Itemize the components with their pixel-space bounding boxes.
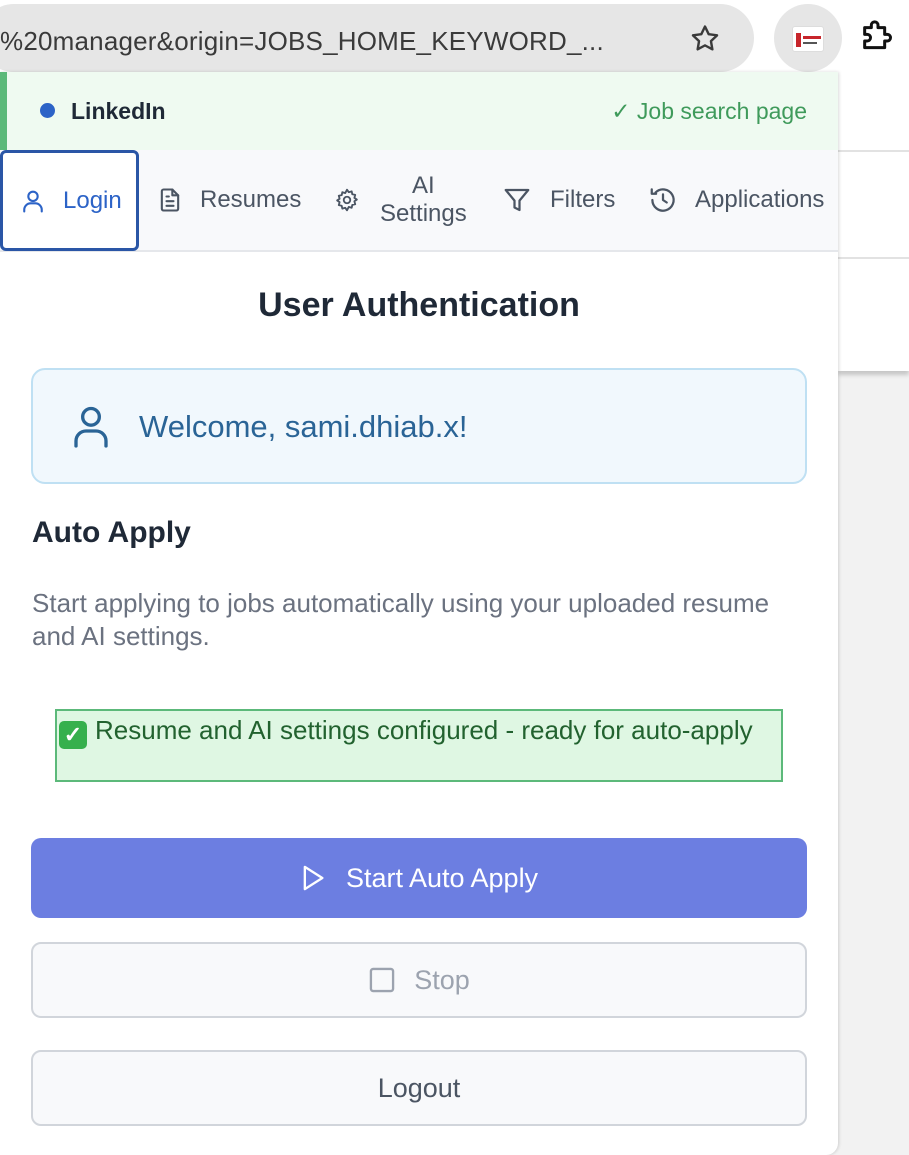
tab-ai-settings-line1: AI xyxy=(412,172,435,199)
start-auto-apply-button[interactable]: Start Auto Apply xyxy=(31,838,807,918)
welcome-message: Welcome, sami.dhiab.x! xyxy=(139,409,468,444)
tab-login[interactable]: Login xyxy=(0,150,139,251)
check-icon: ✓ xyxy=(59,721,87,749)
history-icon xyxy=(650,188,675,212)
tab-filters-label: Filters xyxy=(550,186,616,213)
filter-icon xyxy=(504,188,530,212)
user-icon xyxy=(74,406,108,448)
tab-ai-settings[interactable]: AI Settings xyxy=(334,150,467,250)
document-icon xyxy=(160,188,180,212)
logout-button[interactable]: Logout xyxy=(31,1050,807,1126)
tab-applications-label: Applications xyxy=(695,186,825,213)
tab-filters[interactable]: Filters xyxy=(502,150,615,250)
site-status-bar: LinkedIn ✓ Job search page xyxy=(0,72,838,150)
ready-status-message: Resume and AI settings configured - read… xyxy=(95,715,753,745)
page-title: User Authentication xyxy=(258,286,580,324)
page-status: ✓ Job search page xyxy=(611,98,807,124)
puzzle-icon[interactable] xyxy=(858,16,898,56)
site-status-dot xyxy=(40,103,55,118)
auto-apply-heading: Auto Apply xyxy=(32,516,191,549)
tab-bar: Login Resumes AI Settings Filters Applic… xyxy=(0,150,838,252)
welcome-card: Welcome, sami.dhiab.x! xyxy=(31,368,807,484)
background-divider xyxy=(838,257,909,259)
extension-popup: LinkedIn ✓ Job search page Login Resumes… xyxy=(0,72,838,1155)
star-icon[interactable] xyxy=(688,22,722,56)
extension-logo xyxy=(792,26,824,52)
logout-label: Logout xyxy=(377,1072,461,1103)
address-bar[interactable]: %20manager&origin=JOBS_HOME_KEYWORD_... xyxy=(0,4,754,72)
gear-icon xyxy=(336,188,358,212)
ready-status-text: ✓ Resume and AI settings configured - rea… xyxy=(59,712,779,749)
tab-resumes-label: Resumes xyxy=(200,186,302,213)
stop-square-icon xyxy=(369,967,395,993)
site-name: LinkedIn xyxy=(71,98,166,124)
ready-status-box: ✓ Resume and AI settings configured - rea… xyxy=(55,709,783,782)
start-auto-apply-label: Start Auto Apply xyxy=(345,862,539,893)
tab-applications[interactable]: Applications xyxy=(648,150,824,250)
tab-login-label: Login xyxy=(63,186,122,214)
stop-label: Stop xyxy=(414,964,470,995)
auto-apply-description: Start applying to jobs automatically usi… xyxy=(32,588,770,651)
tab-resumes[interactable]: Resumes xyxy=(156,150,301,250)
background-divider xyxy=(838,150,909,152)
stop-button[interactable]: Stop xyxy=(31,942,807,1018)
background-page xyxy=(838,76,909,371)
tab-ai-settings-line2: Settings xyxy=(380,200,467,227)
play-icon xyxy=(303,865,324,891)
browser-toolbar: %20manager&origin=JOBS_HOME_KEYWORD_... xyxy=(0,0,909,76)
url-text[interactable]: %20manager&origin=JOBS_HOME_KEYWORD_... xyxy=(0,26,604,57)
extension-button[interactable] xyxy=(774,4,842,72)
user-icon xyxy=(23,190,43,213)
tab-ai-settings-label: AI Settings xyxy=(380,172,467,228)
